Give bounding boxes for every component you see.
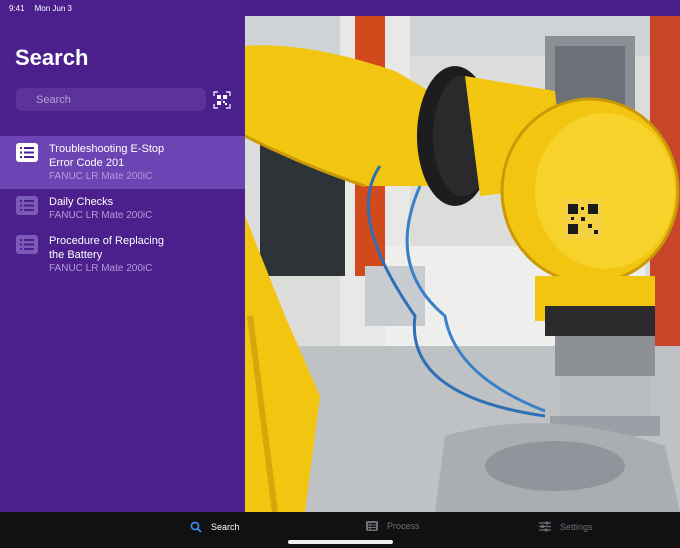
robot-arm-photo	[245, 16, 680, 512]
result-subtitle: FANUC LR Mate 200iC	[49, 171, 153, 182]
result-item[interactable]: Troubleshooting E-Stop Error Code 201 FA…	[0, 136, 245, 189]
status-date: Mon Jun 3	[34, 3, 72, 13]
magnifier-icon	[190, 521, 202, 533]
result-subtitle: FANUC LR Mate 200iC	[49, 263, 153, 274]
tab-label: Settings	[560, 521, 593, 532]
result-item[interactable]: Procedure of Replacing the Battery FANUC…	[0, 228, 245, 281]
list-icon	[366, 521, 378, 531]
camera-view[interactable]	[245, 16, 680, 512]
search-input[interactable]: Search	[16, 88, 206, 111]
result-list: Troubleshooting E-Stop Error Code 201 FA…	[0, 136, 245, 281]
result-title: Daily Checks	[49, 196, 114, 208]
document-icon	[16, 143, 38, 162]
top-strip	[245, 0, 680, 16]
tab-search[interactable]: Search	[190, 521, 240, 533]
result-item[interactable]: Daily Checks FANUC LR Mate 200iC	[0, 189, 245, 228]
status-bar: 9:41 Mon Jun 3	[0, 0, 245, 16]
tab-process[interactable]: Process	[366, 521, 420, 531]
sidebar: Search Search Troubleshooting E-Stop Err…	[0, 0, 245, 512]
tab-settings[interactable]: Settings	[539, 521, 593, 532]
home-indicator	[288, 540, 393, 544]
qr-scan-button[interactable]	[213, 91, 231, 109]
search-placeholder: Search	[36, 93, 71, 106]
status-time: 9:41	[9, 3, 25, 13]
tab-label: Process	[387, 521, 420, 531]
document-icon	[16, 196, 38, 215]
result-title: Troubleshooting E-Stop Error Code 201	[49, 143, 165, 169]
result-title: Procedure of Replacing the Battery	[49, 235, 164, 261]
document-icon	[16, 235, 38, 254]
qr-code-icon	[213, 91, 231, 109]
sliders-icon	[539, 521, 551, 532]
page-title: Search	[15, 45, 89, 70]
result-subtitle: FANUC LR Mate 200iC	[49, 210, 153, 221]
tab-label: Search	[211, 522, 240, 532]
